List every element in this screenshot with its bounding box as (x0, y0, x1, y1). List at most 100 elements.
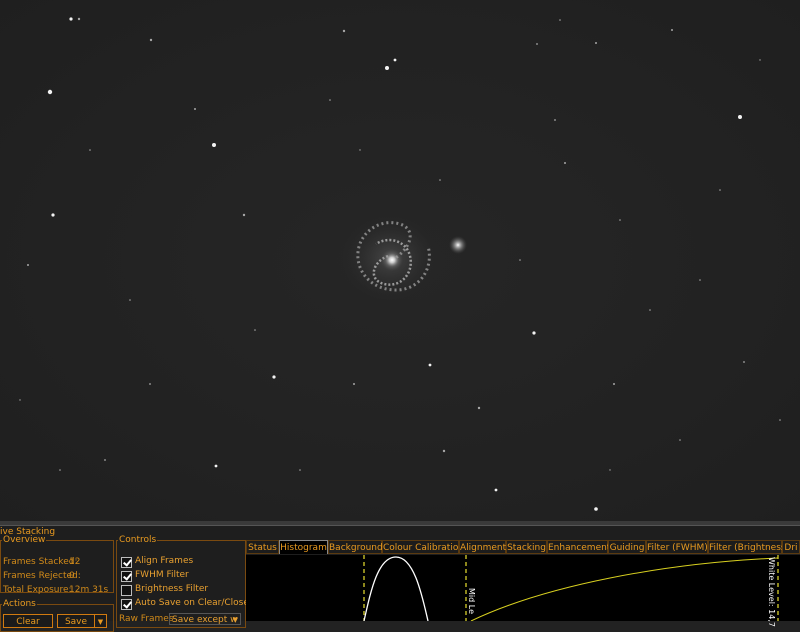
star (609, 469, 611, 471)
white-level-label: White Level: 14,7 (767, 557, 776, 627)
star (149, 38, 153, 42)
star (353, 383, 355, 385)
tab-colour-calibration[interactable]: Colour Calibration (382, 540, 464, 554)
star (679, 439, 681, 441)
star (194, 108, 196, 110)
star (536, 43, 538, 45)
star (719, 189, 721, 191)
star (89, 149, 91, 151)
histogram-plot[interactable]: Mid Le White Level: 14,7 (246, 555, 800, 627)
star (532, 331, 536, 335)
star (254, 329, 256, 331)
frames-rejected-row: Frames Rejected: 0 (3, 570, 81, 583)
check-icon (121, 599, 132, 610)
star (359, 149, 361, 151)
star (149, 383, 151, 385)
check-icon (121, 571, 132, 582)
star (594, 507, 598, 511)
check-icon (121, 557, 132, 568)
star (559, 19, 561, 21)
controls-group: Controls Align Frames FWHM Filter Bright… (116, 535, 249, 628)
tab-status[interactable]: Status (246, 540, 279, 554)
overview-group: Overview Frames Stacked: 12 Frames Rejec… (0, 535, 114, 595)
total-exposure-row: Total Exposure: 12m 31s (3, 584, 108, 597)
star (494, 488, 498, 492)
histogram-svg (363, 555, 779, 622)
tab-stacking[interactable]: Stacking (506, 540, 547, 554)
fwhm-filter-checkbox[interactable]: FWHM Filter (119, 570, 239, 583)
tab-dri[interactable]: Dri (782, 540, 800, 554)
align-frames-label: Align Frames (135, 556, 194, 566)
star (27, 264, 29, 266)
frames-stacked-row: Frames Stacked: 12 (3, 556, 81, 569)
star (129, 299, 131, 301)
controls-legend: Controls (119, 535, 157, 545)
star (59, 469, 61, 471)
star (242, 213, 246, 217)
star (272, 375, 276, 379)
star (442, 449, 446, 453)
star (69, 17, 73, 21)
frames-stacked-label: Frames Stacked: (3, 557, 78, 567)
frames-stacked-value: 12 (69, 557, 81, 567)
raw-frames-select[interactable]: Save except w ▼ (169, 613, 241, 625)
star (759, 59, 761, 61)
star (439, 179, 441, 181)
star (595, 42, 597, 44)
star (743, 361, 745, 363)
actions-group: Actions Clear Save ▼ (0, 600, 114, 632)
overview-legend: Overview (3, 535, 46, 545)
star (613, 383, 615, 385)
raw-frames-value: Save except w (172, 615, 238, 625)
stacked-image-view[interactable] (0, 0, 800, 521)
auto-save-checkbox[interactable]: Auto Save on Clear/Close (119, 598, 249, 611)
star (699, 279, 701, 281)
tab-enhancement[interactable]: Enhancement (547, 540, 610, 554)
fwhm-filter-label: FWHM Filter (135, 570, 189, 580)
star (554, 119, 556, 121)
tab-filter-fwhm[interactable]: Filter (FWHM) (646, 540, 708, 554)
star-field (19, 17, 781, 511)
star (299, 469, 301, 471)
mid-level-label: Mid Le (467, 588, 476, 614)
galaxy (342, 216, 467, 300)
brightness-filter-label: Brightness Filter (135, 584, 209, 594)
checkbox-empty-icon (121, 585, 132, 596)
brightness-filter-checkbox[interactable]: Brightness Filter (119, 584, 239, 597)
total-exposure-label: Total Exposure: (3, 585, 72, 595)
tab-filter-brightness[interactable]: Filter (Brightness) (708, 540, 789, 554)
star (671, 29, 673, 31)
star (214, 464, 218, 468)
star (19, 399, 21, 401)
align-frames-checkbox[interactable]: Align Frames (119, 556, 239, 569)
star (77, 17, 81, 21)
frames-rejected-value: 0 (69, 571, 75, 581)
star (393, 58, 397, 62)
star (212, 143, 216, 147)
star (385, 66, 389, 70)
star (104, 459, 106, 461)
tab-guiding[interactable]: Guiding (608, 540, 646, 554)
tab-background[interactable]: Background (328, 540, 383, 554)
save-dropdown-button[interactable]: ▼ (94, 614, 107, 628)
star (342, 29, 346, 33)
star (738, 115, 742, 119)
star (564, 162, 566, 164)
star (428, 363, 432, 367)
save-button[interactable]: Save (57, 614, 95, 628)
total-exposure-value: 12m 31s (69, 585, 109, 595)
chevron-down-icon: ▼ (97, 618, 104, 626)
star (649, 309, 651, 311)
tab-histogram[interactable]: Histogram (279, 540, 328, 554)
histogram-curve (363, 556, 429, 622)
star (477, 406, 481, 410)
clear-button[interactable]: Clear (3, 614, 53, 628)
stretch-curve (470, 557, 779, 622)
star (329, 99, 331, 101)
star (619, 219, 621, 221)
star (47, 89, 53, 95)
tab-alignment[interactable]: Alignment (459, 540, 506, 554)
auto-save-label: Auto Save on Clear/Close (135, 598, 249, 608)
raw-frames-label: Raw Frames (119, 614, 174, 624)
live-stacking-panel: ive Stacking Overview Frames Stacked: 12… (0, 525, 800, 632)
